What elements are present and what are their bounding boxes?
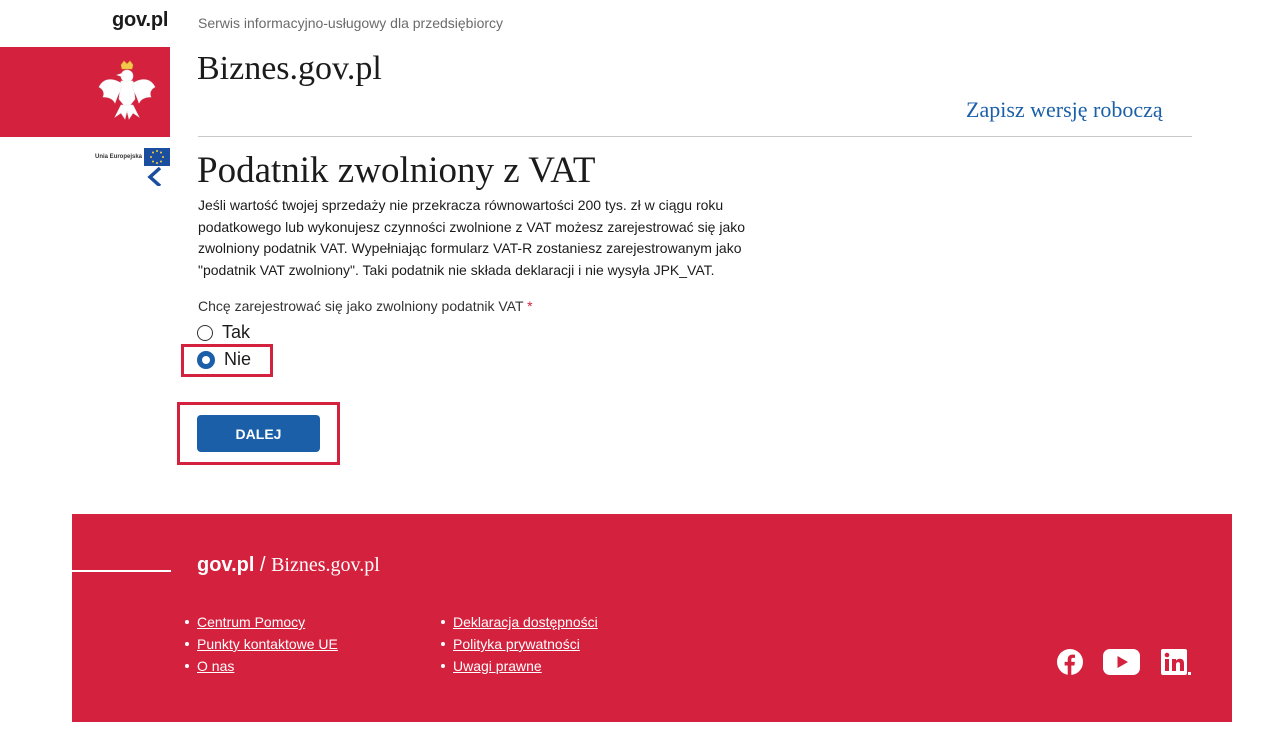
link-uwagi[interactable]: Uwagi prawne <box>453 658 542 674</box>
option-tak-label[interactable]: Tak <box>222 322 250 343</box>
link-deklaracja[interactable]: Deklaracja dostępności <box>453 614 598 630</box>
list-item: Uwagi prawne <box>441 655 598 677</box>
tagline: Serwis informacyjno-usługowy dla przedsi… <box>198 15 504 31</box>
footer-gov[interactable]: gov.pl <box>197 554 254 576</box>
facebook-icon[interactable] <box>1057 649 1083 675</box>
eu-label: Unia Europejska <box>95 154 143 160</box>
vat-question: Chcę zarejestrować się jako zwolniony po… <box>198 298 533 314</box>
footer-site[interactable]: Biznes.gov.pl <box>271 554 380 576</box>
youtube-icon[interactable] <box>1103 649 1140 675</box>
site-title[interactable]: Biznes.gov.pl <box>197 50 382 88</box>
list-item: O nas <box>185 655 338 677</box>
highlight-box-option <box>181 344 273 377</box>
linkedin-icon[interactable] <box>1161 649 1191 675</box>
footer-brand[interactable]: gov.pl / Biznes.gov.pl <box>197 554 380 577</box>
white-eagle-emblem <box>98 60 156 120</box>
link-polityka[interactable]: Polityka prywatności <box>453 636 580 652</box>
page-title: Podatnik zwolniony z VAT <box>197 150 596 191</box>
emblem-banner <box>0 47 170 137</box>
radio-tak[interactable] <box>197 324 213 341</box>
footer-links-col1: Centrum Pomocy Punkty kontaktowe UE O na… <box>185 611 338 677</box>
option-tak[interactable]: Tak <box>197 322 250 343</box>
save-draft-link[interactable]: Zapisz wersję roboczą <box>966 97 1163 123</box>
question-text: Chcę zarejestrować się jako zwolniony po… <box>198 298 524 314</box>
list-item: Punkty kontaktowe UE <box>185 633 338 655</box>
header-divider <box>198 136 1192 137</box>
next-button[interactable]: DALEJ <box>197 415 320 452</box>
gov-logo[interactable]: gov.pl <box>112 9 168 32</box>
link-punkty-kontaktowe[interactable]: Punkty kontaktowe UE <box>197 636 338 652</box>
footer-separator: / <box>254 554 272 576</box>
footer-accent-line <box>72 570 171 572</box>
description-text: Jeśli wartość twojej sprzedaży nie przek… <box>198 197 746 278</box>
footer: gov.pl / Biznes.gov.pl Centrum Pomocy Pu… <box>72 514 1232 722</box>
list-item: Centrum Pomocy <box>185 611 338 633</box>
list-item: Polityka prywatności <box>441 633 598 655</box>
link-o-nas[interactable]: O nas <box>197 658 234 674</box>
eu-flag-icon <box>144 148 170 186</box>
footer-links-col2: Deklaracja dostępności Polityka prywatno… <box>441 611 598 677</box>
list-item: Deklaracja dostępności <box>441 611 598 633</box>
required-mark: * <box>527 298 533 314</box>
link-centrum-pomocy[interactable]: Centrum Pomocy <box>197 614 305 630</box>
